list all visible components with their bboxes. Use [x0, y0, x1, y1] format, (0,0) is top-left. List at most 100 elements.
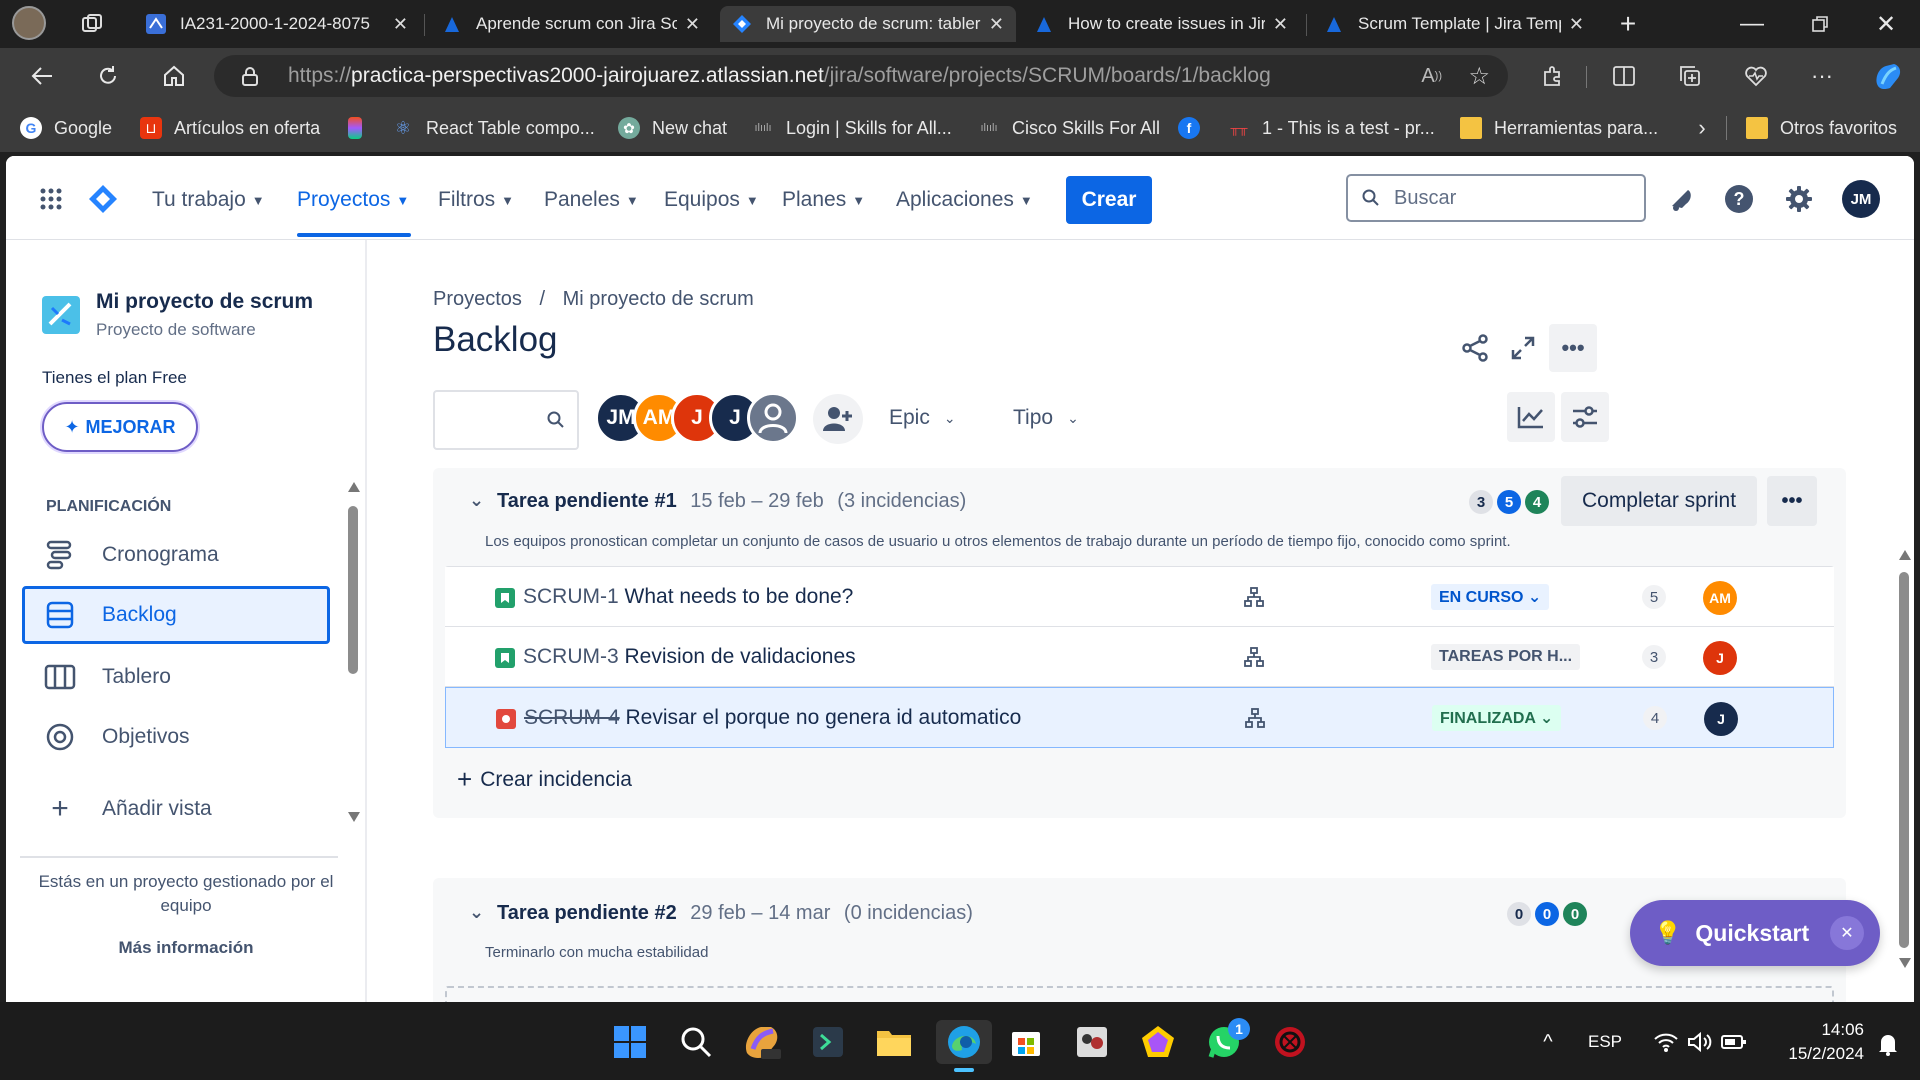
breadcrumb-project[interactable]: Mi proyecto de scrum [563, 288, 754, 310]
profile-avatar[interactable] [12, 6, 46, 40]
nav-plans[interactable]: Planes ▼ [782, 184, 865, 216]
chevron-down-icon[interactable]: ⌄ [469, 902, 484, 923]
unassigned-avatar-icon[interactable] [747, 392, 799, 444]
breadcrumb-projects[interactable]: Proyectos [433, 288, 522, 310]
story-points[interactable]: 4 [1643, 706, 1667, 730]
chevron-down-icon[interactable]: ⌄ [469, 490, 484, 511]
home-icon[interactable] [156, 60, 192, 92]
bookmark-new-chat[interactable]: ✿ New chat [618, 104, 727, 152]
app-switcher-icon[interactable] [36, 184, 66, 214]
sprint-more-button[interactable]: ••• [1767, 476, 1817, 526]
nav-apps[interactable]: Aplicaciones ▼ [896, 184, 1033, 216]
back-icon[interactable] [24, 60, 60, 92]
new-tab-icon[interactable]: + [1612, 8, 1644, 40]
sidebar-item-add-view[interactable]: + Añadir vista [22, 780, 330, 838]
file-explorer-icon[interactable] [872, 1020, 916, 1064]
bookmark-offers[interactable]: ⊔ Artículos en oferta [140, 104, 320, 152]
copilot-icon[interactable] [1870, 58, 1906, 94]
view-settings-button[interactable] [1561, 392, 1609, 442]
search-icon[interactable] [674, 1020, 718, 1064]
bookmark-folder-tools[interactable]: Herramientas para... [1460, 104, 1658, 152]
copilot-pre-icon[interactable] [740, 1020, 784, 1064]
status-dropdown[interactable]: EN CURSO ⌄ [1431, 584, 1550, 610]
minimize-icon[interactable]: — [1732, 8, 1772, 40]
restore-icon[interactable] [1800, 8, 1840, 40]
more-actions-button[interactable]: ••• [1549, 324, 1597, 372]
battery-icon[interactable] [1720, 1028, 1748, 1056]
nav-teams[interactable]: Equipos ▼ [664, 184, 759, 216]
browser-tab[interactable]: How to create issues in Jira ✕ [1022, 6, 1300, 42]
upgrade-button[interactable]: ✦ MEJORAR [42, 402, 198, 452]
sprint-header[interactable]: Tarea pendiente #2 29 feb – 14 mar (0 in… [497, 902, 973, 925]
project-name[interactable]: Mi proyecto de scrum [96, 290, 313, 314]
close-tab-icon[interactable]: ✕ [393, 14, 408, 35]
close-tab-icon[interactable]: ✕ [989, 14, 1004, 35]
polygon-app-icon[interactable] [1136, 1020, 1180, 1064]
nav-projects[interactable]: Proyectos ▼ [297, 184, 409, 216]
bookmark-skills-login[interactable]: ılıılı Login | Skills for All... [752, 104, 951, 152]
epic-filter-dropdown[interactable]: Epic ⌄ [889, 398, 956, 438]
share-icon[interactable] [1457, 330, 1493, 366]
lock-icon[interactable] [238, 64, 262, 88]
backlog-search-input[interactable] [433, 390, 579, 450]
antivirus-icon[interactable] [1268, 1020, 1312, 1064]
issue-key[interactable]: SCRUM-1 [523, 585, 619, 608]
child-issues-icon[interactable] [1242, 585, 1266, 609]
chevron-right-icon[interactable]: › [1690, 114, 1714, 142]
clock-date[interactable]: 15/2/2024 [1770, 1044, 1864, 1064]
sidebar-item-board[interactable]: Tablero [22, 648, 330, 706]
close-tab-icon[interactable]: ✕ [1273, 14, 1288, 35]
assignee-avatar[interactable]: J [1704, 702, 1738, 736]
scroll-up-icon[interactable] [348, 482, 360, 492]
help-icon[interactable]: ? [1722, 182, 1756, 216]
store-icon[interactable] [1004, 1020, 1048, 1064]
settings-more-icon[interactable]: ··· [1806, 60, 1838, 92]
user-avatar[interactable]: JM [1842, 180, 1880, 218]
sidebar-scrollbar[interactable] [346, 476, 360, 826]
jira-logo-icon[interactable] [86, 182, 120, 216]
wifi-icon[interactable] [1652, 1028, 1680, 1056]
issue-row-selected[interactable]: SCRUM-4 Revisar el porque no genera id a… [445, 687, 1834, 748]
scroll-down-icon[interactable] [348, 812, 360, 822]
scroll-thumb[interactable] [1899, 572, 1909, 948]
complete-sprint-button[interactable]: Completar sprint [1561, 476, 1757, 526]
quickstart-button[interactable]: 💡 Quickstart ✕ [1630, 900, 1880, 966]
story-points[interactable]: 5 [1642, 585, 1666, 609]
scroll-up-icon[interactable] [1899, 550, 1911, 560]
bookmark-test[interactable]: ╥╥ 1 - This is a test - pr... [1228, 104, 1434, 152]
bookmark-google[interactable]: G Google [20, 104, 112, 152]
read-aloud-icon[interactable]: A)) [1421, 65, 1442, 88]
sidebar-item-timeline[interactable]: Cronograma [22, 526, 330, 584]
bookmark-facebook[interactable]: f [1178, 104, 1200, 152]
create-button[interactable]: Crear [1066, 176, 1152, 224]
close-quickstart-icon[interactable]: ✕ [1830, 916, 1864, 950]
add-people-button[interactable] [813, 394, 863, 444]
more-info-link[interactable]: Más información [26, 938, 346, 958]
volume-icon[interactable] [1686, 1028, 1714, 1056]
clock-time[interactable]: 14:06 [1770, 1020, 1864, 1040]
sprint-header[interactable]: Tarea pendiente #1 15 feb – 29 feb (3 in… [497, 490, 966, 513]
issue-row[interactable]: SCRUM-1 What needs to be done? EN CURSO … [445, 567, 1834, 627]
story-points[interactable]: 3 [1642, 645, 1666, 669]
browser-tab[interactable]: Scrum Template | Jira Template ✕ [1312, 6, 1596, 42]
notifications-icon[interactable] [1664, 182, 1698, 216]
browser-tab-active[interactable]: Mi proyecto de scrum: tablero ✕ [720, 6, 1016, 42]
scroll-down-icon[interactable] [1899, 958, 1911, 968]
nav-filters[interactable]: Filtros ▼ [438, 184, 514, 216]
status-dropdown[interactable]: FINALIZADA ⌄ [1432, 705, 1562, 731]
main-scrollbar[interactable] [1897, 550, 1911, 970]
bookmark-cisco[interactable]: ılıılı Cisco Skills For All [978, 104, 1160, 152]
game-app-icon[interactable] [1070, 1020, 1114, 1064]
type-filter-dropdown[interactable]: Tipo ⌄ [1013, 398, 1079, 438]
nav-dashboards[interactable]: Paneles ▼ [544, 184, 639, 216]
extensions-icon[interactable] [1536, 60, 1568, 92]
chevron-up-icon[interactable]: ^ [1534, 1028, 1562, 1056]
close-tab-icon[interactable]: ✕ [685, 14, 700, 35]
bookmark-react-table[interactable]: ⚛ React Table compo... [392, 104, 595, 152]
bookmark-figma[interactable] [348, 104, 362, 152]
browser-tab[interactable]: IA231-2000-1-2024-8075 ✕ [134, 6, 420, 42]
settings-gear-icon[interactable] [1782, 182, 1816, 216]
address-bar[interactable]: https://practica-perspectivas2000-jairoj… [214, 55, 1508, 97]
reload-icon[interactable] [90, 60, 126, 92]
assignee-avatar[interactable]: AM [1703, 581, 1737, 615]
